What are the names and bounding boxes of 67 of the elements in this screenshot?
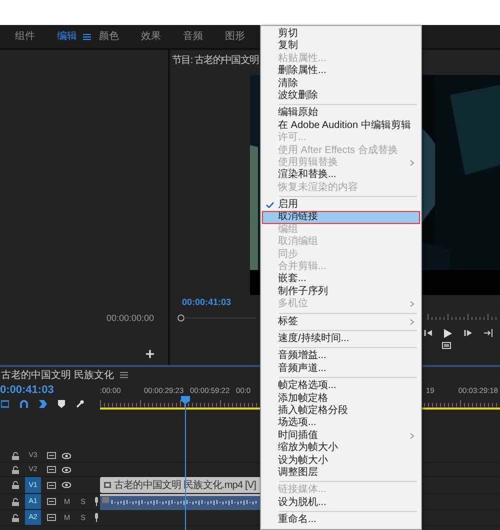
lock-icon[interactable]: [12, 452, 19, 460]
lock-icon[interactable]: [12, 466, 19, 474]
menu-item[interactable]: 在 Adobe Audition 中编辑剪辑: [262, 120, 420, 132]
menu-item[interactable]: 音频声道...: [262, 362, 420, 376]
eye-icon[interactable]: [62, 452, 71, 458]
menu-item[interactable]: 场选项...: [262, 417, 420, 430]
menu-item[interactable]: 渲染和替换...: [262, 169, 420, 182]
marker-icon[interactable]: [58, 400, 65, 408]
menu-item[interactable]: 启用: [262, 199, 420, 212]
lock-icon[interactable]: [12, 498, 19, 506]
sync-lock-icon[interactable]: [47, 482, 56, 488]
sequence-title: 古老的中国文明 民族文化: [1, 368, 114, 382]
menu-item[interactable]: 重命名...: [262, 514, 420, 526]
menu-item[interactable]: 速度/持续时间...: [262, 332, 420, 346]
play-icon[interactable]: [444, 328, 452, 338]
sync-lock-icon[interactable]: [47, 452, 56, 459]
eye-icon[interactable]: [62, 466, 71, 472]
export-frame-icon[interactable]: [442, 342, 451, 349]
check-icon: [266, 202, 274, 208]
menu-item[interactable]: 删除属性...: [262, 65, 420, 78]
plus-icon[interactable]: [146, 350, 154, 358]
panel-title: 节目: 古老的中国文明: [172, 54, 259, 67]
step-back-icon[interactable]: [424, 329, 432, 337]
menu-item[interactable]: 插入帧定格分段: [262, 404, 420, 418]
menu-item[interactable]: 音频增益...: [262, 350, 420, 363]
workspace-tab[interactable]: 颜色: [99, 30, 119, 42]
workspace-tab[interactable]: 效果: [141, 30, 161, 42]
menu-item[interactable]: 缩放为帧大小: [262, 442, 420, 454]
sync-lock-icon[interactable]: [47, 514, 56, 521]
timecode: 00:00:00:00: [106, 313, 154, 323]
timecode: 0:00:41:03: [0, 383, 55, 397]
microphone-icon[interactable]: [94, 513, 99, 522]
menu-item[interactable]: 时间插值: [262, 430, 420, 442]
menu-item[interactable]: 编辑原始: [262, 107, 420, 120]
menu-item[interactable]: 清除: [262, 78, 420, 90]
sync-lock-icon[interactable]: [47, 466, 56, 473]
menu-item[interactable]: 添加帧定格: [262, 392, 420, 405]
wrench-icon[interactable]: [76, 400, 84, 408]
go-to-out-icon[interactable]: [484, 329, 494, 337]
menu-icon[interactable]: [120, 372, 128, 378]
menu-item[interactable]: 设为脱机...: [262, 496, 420, 510]
workspace-tab[interactable]: 图形: [225, 30, 245, 42]
menu-item[interactable]: 标签: [262, 316, 420, 328]
magnet-icon[interactable]: [20, 400, 28, 408]
clip-icon: [104, 482, 111, 488]
menu-item[interactable]: 剪切: [262, 28, 420, 40]
menu-item[interactable]: 波纹删除: [262, 90, 420, 102]
sync-lock-icon[interactable]: [47, 498, 56, 505]
workspace-tab[interactable]: 组件: [15, 30, 35, 42]
workspace-tab[interactable]: 音频: [183, 30, 203, 42]
microphone-icon[interactable]: [94, 497, 99, 506]
menu-item[interactable]: 复制: [262, 40, 420, 53]
lock-icon[interactable]: [12, 514, 19, 522]
menu-icon[interactable]: [83, 34, 91, 40]
menu-item[interactable]: 调整图层: [262, 466, 420, 480]
menu-item[interactable]: 嵌套...: [262, 273, 420, 286]
menu-item[interactable]: 帧定格选项...: [262, 380, 420, 393]
menu-item[interactable]: 设为帧大小: [262, 454, 420, 467]
timecode: 00:00:41:03: [181, 296, 232, 309]
workspace-tab[interactable]: 编辑: [57, 30, 77, 42]
lock-icon[interactable]: [12, 481, 19, 489]
sequence-icon[interactable]: [1, 400, 9, 408]
audio-clip[interactable]: [100, 494, 260, 510]
eye-icon[interactable]: [62, 482, 71, 488]
step-forward-icon[interactable]: [464, 329, 472, 337]
link-icon[interactable]: [39, 400, 47, 408]
menu-item[interactable]: 制作子序列: [262, 286, 420, 298]
